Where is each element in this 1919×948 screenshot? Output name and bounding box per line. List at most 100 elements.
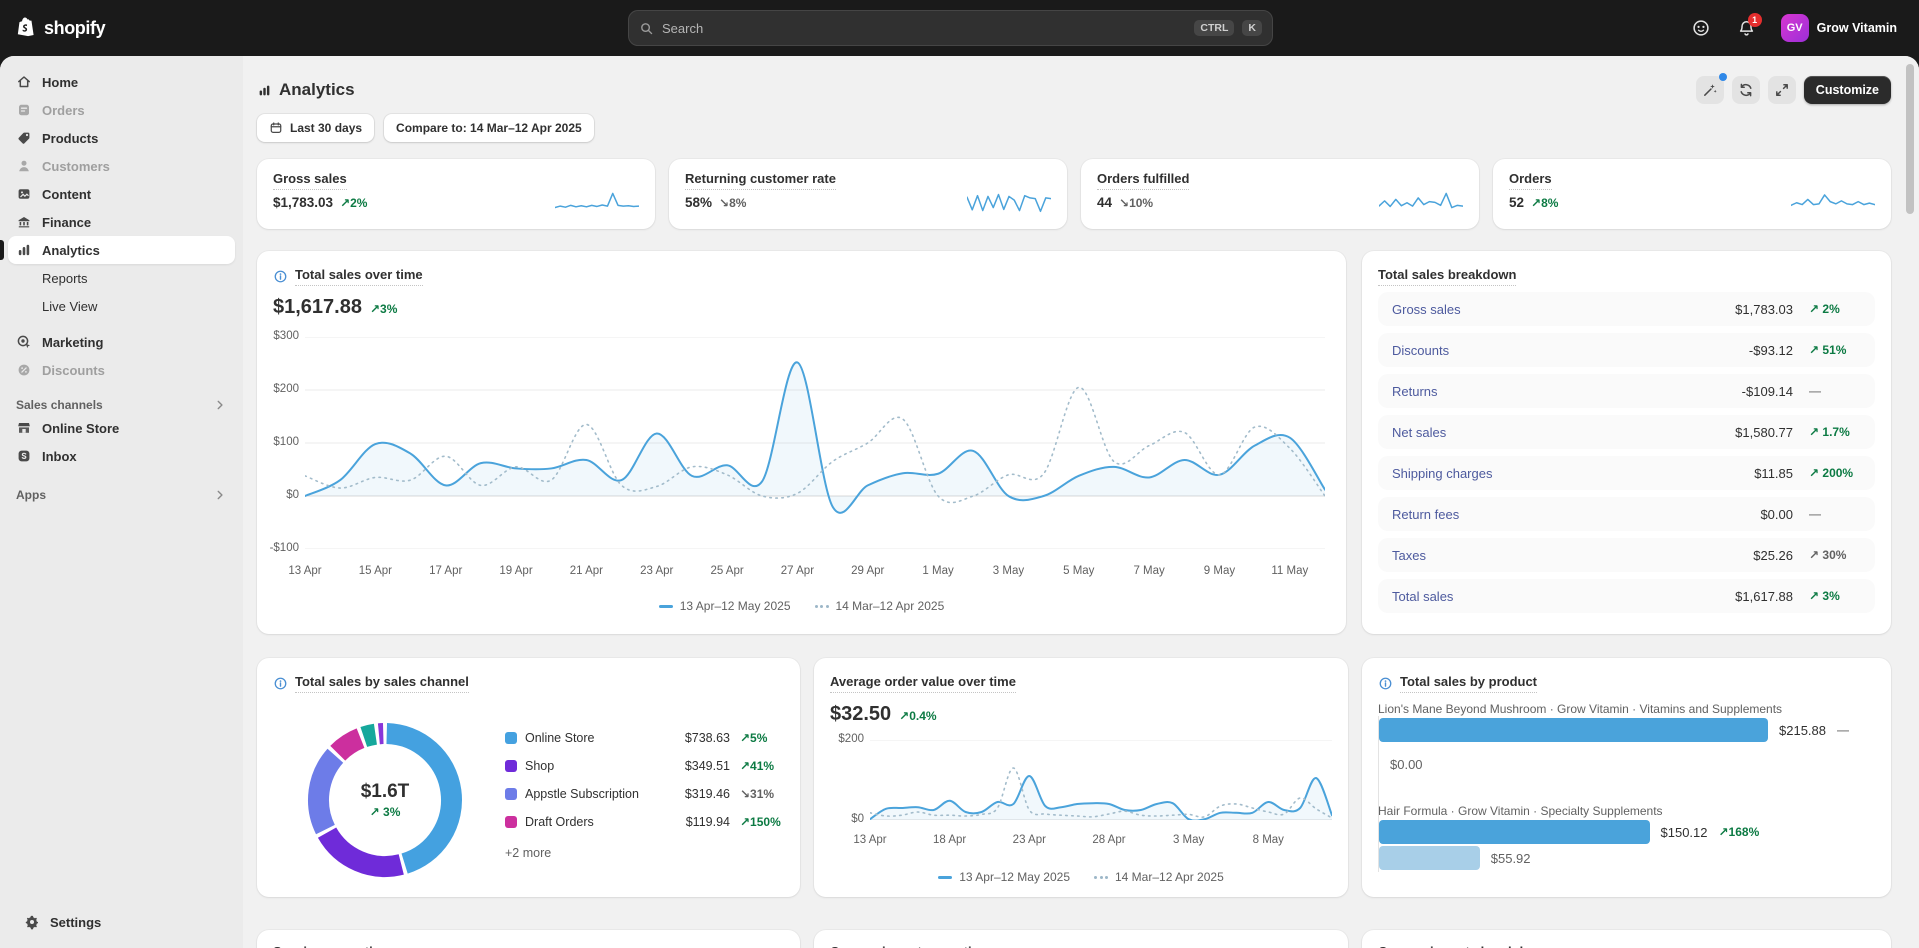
bar-value: $215.88 xyxy=(1779,723,1826,738)
donut-center: $1.6T ↗ 3% xyxy=(305,720,465,880)
metric-card-gross-sales: Gross sales $1,783.03 ↗2% xyxy=(257,159,655,229)
bar-change: — xyxy=(1837,723,1849,737)
sidebar-item-online-store[interactable]: Online Store xyxy=(8,414,235,442)
sidebar-item-reports[interactable]: Reports xyxy=(8,264,235,292)
channel-legend-item: Draft Orders $119.94 ↗150% xyxy=(505,812,784,832)
breakdown-link[interactable]: Gross sales xyxy=(1392,302,1735,317)
bar-value: $55.92 xyxy=(1491,851,1531,866)
solid-line-swatch xyxy=(659,605,673,608)
breakdown-link[interactable]: Net sales xyxy=(1392,425,1735,440)
breakdown-row: Net sales $1,580.77 ↗ 1.7% xyxy=(1378,415,1875,449)
card-title[interactable]: Sessions over time xyxy=(273,944,392,948)
sidebar-item-discounts[interactable]: Discounts xyxy=(8,356,235,384)
notifications-button[interactable]: 1 xyxy=(1731,12,1763,44)
breakdown-link[interactable]: Return fees xyxy=(1392,507,1760,522)
card-title[interactable]: Average order value over time xyxy=(830,674,1016,693)
scrollbar-thumb[interactable] xyxy=(1906,64,1914,214)
card-title[interactable]: Conversion rate breakdown xyxy=(1378,944,1549,948)
sidebar-item-marketing[interactable]: Marketing xyxy=(8,328,235,356)
sidebar-item-finance[interactable]: Finance xyxy=(8,208,235,236)
metric-title[interactable]: Orders xyxy=(1509,171,1552,190)
legend-change: ↗5% xyxy=(740,731,784,745)
search-input[interactable] xyxy=(662,21,1186,36)
store-name: Grow Vitamin xyxy=(1817,21,1897,35)
breakdown-value: $1,783.03 xyxy=(1735,302,1793,317)
card-title[interactable]: Total sales breakdown xyxy=(1378,267,1516,286)
sidebar-item-orders[interactable]: Orders xyxy=(8,96,235,124)
card-title[interactable]: Total sales by sales channel xyxy=(295,674,469,693)
metric-title[interactable]: Orders fulfilled xyxy=(1097,171,1189,190)
magic-wand-icon xyxy=(1702,82,1718,98)
sidebar-item-label: Marketing xyxy=(42,335,103,350)
x-tick-label: 17 Apr xyxy=(429,565,462,577)
page-title-text: Analytics xyxy=(279,80,355,100)
info-icon[interactable] xyxy=(1378,676,1393,691)
x-tick-label: 13 Apr xyxy=(288,565,321,577)
breakdown-link[interactable]: Taxes xyxy=(1392,548,1753,563)
card-title[interactable]: Total sales by product xyxy=(1400,674,1537,693)
sidebar-item-customers[interactable]: Customers xyxy=(8,152,235,180)
apps-header[interactable]: Apps xyxy=(16,488,227,502)
sidekick-button[interactable] xyxy=(1685,12,1717,44)
account-menu[interactable]: GV Grow Vitamin xyxy=(1777,10,1905,46)
info-icon[interactable] xyxy=(273,676,288,691)
sidebar-item-settings[interactable]: Settings xyxy=(16,908,227,936)
apps-label: Apps xyxy=(16,488,46,502)
legend-label: 14 Mar–12 Apr 2025 xyxy=(836,599,945,613)
aov-value: $32.50 xyxy=(830,703,891,726)
card-title[interactable]: Total sales over time xyxy=(295,267,423,286)
metric-title[interactable]: Gross sales xyxy=(273,171,347,190)
search-bar[interactable]: CTRL K xyxy=(628,10,1273,46)
breakdown-link[interactable]: Total sales xyxy=(1392,589,1735,604)
breakdown-link[interactable]: Shipping charges xyxy=(1392,466,1754,481)
fullscreen-button[interactable] xyxy=(1768,76,1796,104)
gear-icon xyxy=(24,914,40,930)
magic-suggestions-button[interactable] xyxy=(1696,76,1724,104)
sidebar-item-home[interactable]: Home xyxy=(8,68,235,96)
more-channels-link[interactable]: +2 more xyxy=(505,846,551,860)
product-bar-previous xyxy=(1379,846,1480,870)
chart-legend: 13 Apr–12 May 2025 14 Mar–12 Apr 2025 xyxy=(814,870,1348,884)
orders-icon xyxy=(16,102,32,118)
breakdown-row: Gross sales $1,783.03 ↗ 2% xyxy=(1378,292,1875,326)
product-bar-current xyxy=(1379,718,1768,742)
notification-dot xyxy=(1719,73,1727,81)
breakdown-link[interactable]: Returns xyxy=(1392,384,1742,399)
legend-change: ↘31% xyxy=(740,787,784,801)
metric-card-orders-fulfilled: Orders fulfilled 44 ↘10% xyxy=(1081,159,1479,229)
analytics-icon xyxy=(16,242,32,258)
aov-change: ↗0.4% xyxy=(899,709,936,723)
average-order-value-card: Average order value over time $32.50 ↗0.… xyxy=(814,658,1348,897)
breakdown-change: — xyxy=(1809,507,1861,521)
content-icon xyxy=(16,186,32,202)
customize-button[interactable]: Customize xyxy=(1804,76,1891,104)
shopify-logo[interactable]: shopify xyxy=(16,0,105,56)
refresh-button[interactable] xyxy=(1732,76,1760,104)
breakdown-row: Shipping charges $11.85 ↗ 200% xyxy=(1378,456,1875,490)
product-bar-row: $150.12 ↗168% xyxy=(1379,820,1875,844)
solid-line-swatch xyxy=(938,876,952,879)
channel-legend-item: Appstle Subscription $319.46 ↘31% xyxy=(505,784,784,804)
breakdown-value: -$93.12 xyxy=(1749,343,1793,358)
card-title[interactable]: Conversion rate over time xyxy=(830,944,990,948)
legend-change: ↗41% xyxy=(740,759,784,773)
sidebar-item-content[interactable]: Content xyxy=(8,180,235,208)
sidebar-item-inbox[interactable]: Inbox xyxy=(8,442,235,470)
x-tick-label: 18 Apr xyxy=(933,834,966,846)
sidebar-item-live-view[interactable]: Live View xyxy=(8,292,235,320)
topbar: shopify CTRL K 1 GV Grow Vitamin xyxy=(0,0,1919,56)
y-tick-label: $100 xyxy=(273,436,299,448)
breakdown-link[interactable]: Discounts xyxy=(1392,343,1749,358)
compare-button[interactable]: Compare to: 14 Mar–12 Apr 2025 xyxy=(384,114,594,142)
sales-channels-header[interactable]: Sales channels xyxy=(16,398,227,412)
chevron-right-icon xyxy=(213,488,227,502)
sidebar-item-analytics[interactable]: Analytics xyxy=(8,236,235,264)
metric-card-returning-rate: Returning customer rate 58% ↘8% xyxy=(669,159,1067,229)
metric-title[interactable]: Returning customer rate xyxy=(685,171,836,190)
total-sales-line-chart xyxy=(305,337,1325,549)
sidebar-item-label: Content xyxy=(42,187,91,202)
date-range-button[interactable]: Last 30 days xyxy=(257,114,374,142)
sidebar-item-label: Online Store xyxy=(42,421,119,436)
info-icon[interactable] xyxy=(273,269,288,284)
sidebar-item-products[interactable]: Products xyxy=(8,124,235,152)
